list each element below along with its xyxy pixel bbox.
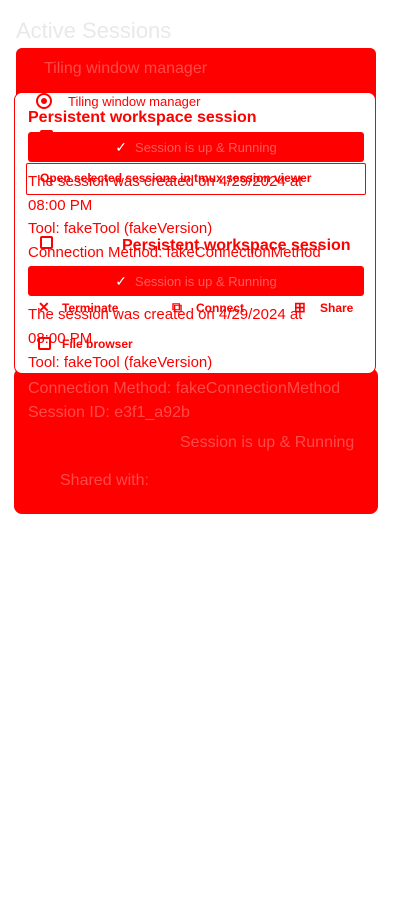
session-time: 08:00 PM [28,197,93,214]
tiling-window-label: Tiling window manager [68,94,201,109]
background-card-line: Session ID: e3f1_a92b [28,404,190,421]
session-created: The session was created on 4/29/2024 at [28,173,303,190]
background-card-line: Session is up & Running [180,434,355,451]
session-status-button[interactable]: ✓ Session is up & Running [28,132,364,162]
file-browser-label: File browser [62,337,133,351]
share-action[interactable]: Share [320,301,353,315]
session-status-label: Session is up & Running [135,273,277,289]
session-title: Persistent workspace session [122,237,351,254]
tiling-window-radio[interactable] [36,93,52,109]
session-tool: Tool: fakeTool (fakeVersion) [28,354,213,371]
background-card-top-text: Tiling window manager [44,60,208,77]
background-card-line: Connection Method: fakeConnectionMethod [28,380,341,397]
session-created: The session was created on 4/29/2024 at [28,306,303,323]
session-tool: Tool: fakeTool (fakeVersion) [28,220,213,237]
page-title: Active Sessions [16,18,172,43]
session-checkbox[interactable] [40,236,53,249]
file-browser-checkbox[interactable] [38,337,51,350]
check-icon: ✓ [115,272,128,289]
background-card-line: Shared with: [60,472,149,489]
session-title: Persistent workspace session [28,109,257,126]
session-status-button[interactable]: ✓ Session is up & Running [28,266,364,296]
check-icon: ✓ [115,138,128,155]
session-status-label: Session is up & Running [135,139,277,155]
